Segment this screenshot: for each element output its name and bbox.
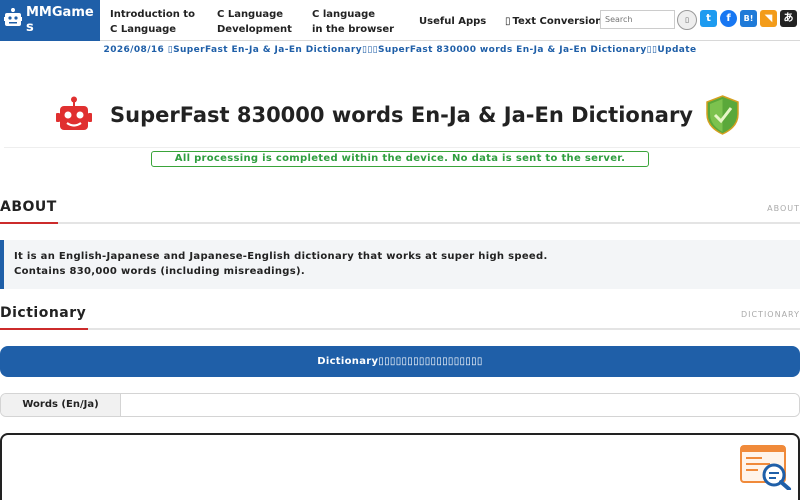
robot-icon xyxy=(56,96,92,130)
words-search-row: Words (En/Ja) xyxy=(0,393,800,417)
robot-logo-icon xyxy=(4,8,22,26)
site-logo[interactable]: MMGames xyxy=(0,0,100,41)
nav-c-language-browser[interactable]: C language in the browser xyxy=(312,7,394,37)
about-line-2: Contains 830,000 words (including misrea… xyxy=(14,266,305,277)
page-title: SuperFast 830000 words En-Ja & Ja-En Dic… xyxy=(110,103,693,127)
search-input[interactable] xyxy=(600,10,675,29)
facebook-icon[interactable]: f xyxy=(720,10,737,27)
about-line-1: It is an English-Japanese and Japanese-E… xyxy=(14,251,548,262)
site-header: MMGames Introduction to C Language C Lan… xyxy=(0,0,800,41)
code-search-icon[interactable] xyxy=(740,445,792,490)
dictionary-heading-underline xyxy=(0,328,88,330)
logo-text: MMGames xyxy=(26,5,94,35)
dictionary-section-label: DICTIONARY xyxy=(740,310,800,319)
japanese-a-icon[interactable]: あ xyxy=(780,10,797,27)
about-divider xyxy=(0,222,800,224)
dictionary-button[interactable]: Dictionary▯▯▯▯▯▯▯▯▯▯▯▯▯▯▯▯▯▯ xyxy=(0,346,800,377)
hatena-bookmark-icon[interactable]: B! xyxy=(740,10,757,27)
about-heading: ABOUT xyxy=(0,199,57,215)
dictionary-heading: Dictionary xyxy=(0,305,87,321)
search-button[interactable]: ▯ xyxy=(677,10,697,30)
nav-useful-apps[interactable]: Useful Apps xyxy=(419,14,486,29)
words-input[interactable] xyxy=(122,394,799,416)
about-heading-underline xyxy=(0,222,58,224)
about-description: It is an English-Japanese and Japanese-E… xyxy=(0,240,800,289)
privacy-notice: All processing is completed within the d… xyxy=(151,151,649,167)
news-update-link[interactable]: 2026/08/16 ▯SuperFast En-Ja & Ja-En Dict… xyxy=(0,45,800,55)
dictionary-divider xyxy=(0,328,800,330)
twitter-icon[interactable]: t xyxy=(700,10,717,27)
rss-icon[interactable]: ◥ xyxy=(760,10,777,27)
nav-intro-c-language[interactable]: Introduction to C Language xyxy=(110,7,195,37)
about-section-label: ABOUT xyxy=(767,204,800,213)
results-panel xyxy=(0,433,800,500)
page-title-area: SuperFast 830000 words En-Ja & Ja-En Dic… xyxy=(4,82,800,148)
nav-c-language-development[interactable]: C Language Development xyxy=(217,7,292,37)
words-label: Words (En/Ja) xyxy=(1,394,121,416)
nav-text-conversion[interactable]: ▯ Text Conversion xyxy=(505,14,602,29)
security-shield-icon xyxy=(706,95,739,135)
